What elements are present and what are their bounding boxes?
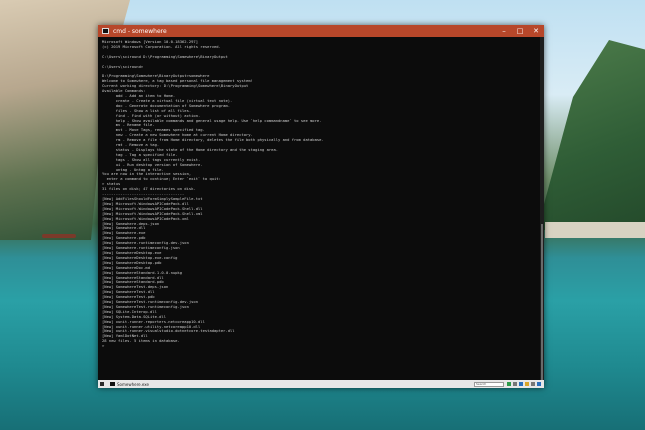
start-button[interactable] (98, 380, 106, 388)
windows-logo-icon (100, 382, 104, 386)
network-icon[interactable] (513, 382, 517, 386)
taskbar-app-somewhere[interactable]: Somewhere.exe (106, 380, 153, 388)
tray-app-icon[interactable] (507, 382, 511, 386)
vertical-scrollbar[interactable] (540, 37, 544, 388)
taskbar-search-input[interactable]: Search (474, 381, 504, 387)
window-title: cmd - somewhere (113, 27, 167, 35)
close-button[interactable]: ✕ (528, 25, 544, 37)
wallpaper-boat (42, 234, 76, 238)
taskbar: Somewhere.exe Search (98, 380, 544, 388)
maximize-button[interactable]: □ (512, 25, 528, 37)
tray-app-icon[interactable] (525, 382, 529, 386)
console-output[interactable]: Microsoft Windows [Version 10.0.18362.29… (98, 37, 540, 388)
scrollbar-thumb[interactable] (541, 224, 543, 384)
taskbar-app-label: Somewhere.exe (117, 381, 149, 387)
console-app-icon (110, 382, 115, 386)
console-line: > (102, 343, 105, 349)
system-tray (507, 382, 541, 386)
notification-icon[interactable] (537, 382, 541, 386)
title-bar[interactable]: cmd - somewhere – □ ✕ (98, 25, 544, 37)
tray-app-icon[interactable] (519, 382, 523, 386)
console-app-icon (102, 28, 109, 34)
console-window[interactable]: cmd - somewhere – □ ✕ Microsoft Windows … (98, 25, 544, 388)
minimize-button[interactable]: – (496, 25, 512, 37)
volume-icon[interactable] (531, 382, 535, 386)
wallpaper-beach (545, 222, 645, 238)
